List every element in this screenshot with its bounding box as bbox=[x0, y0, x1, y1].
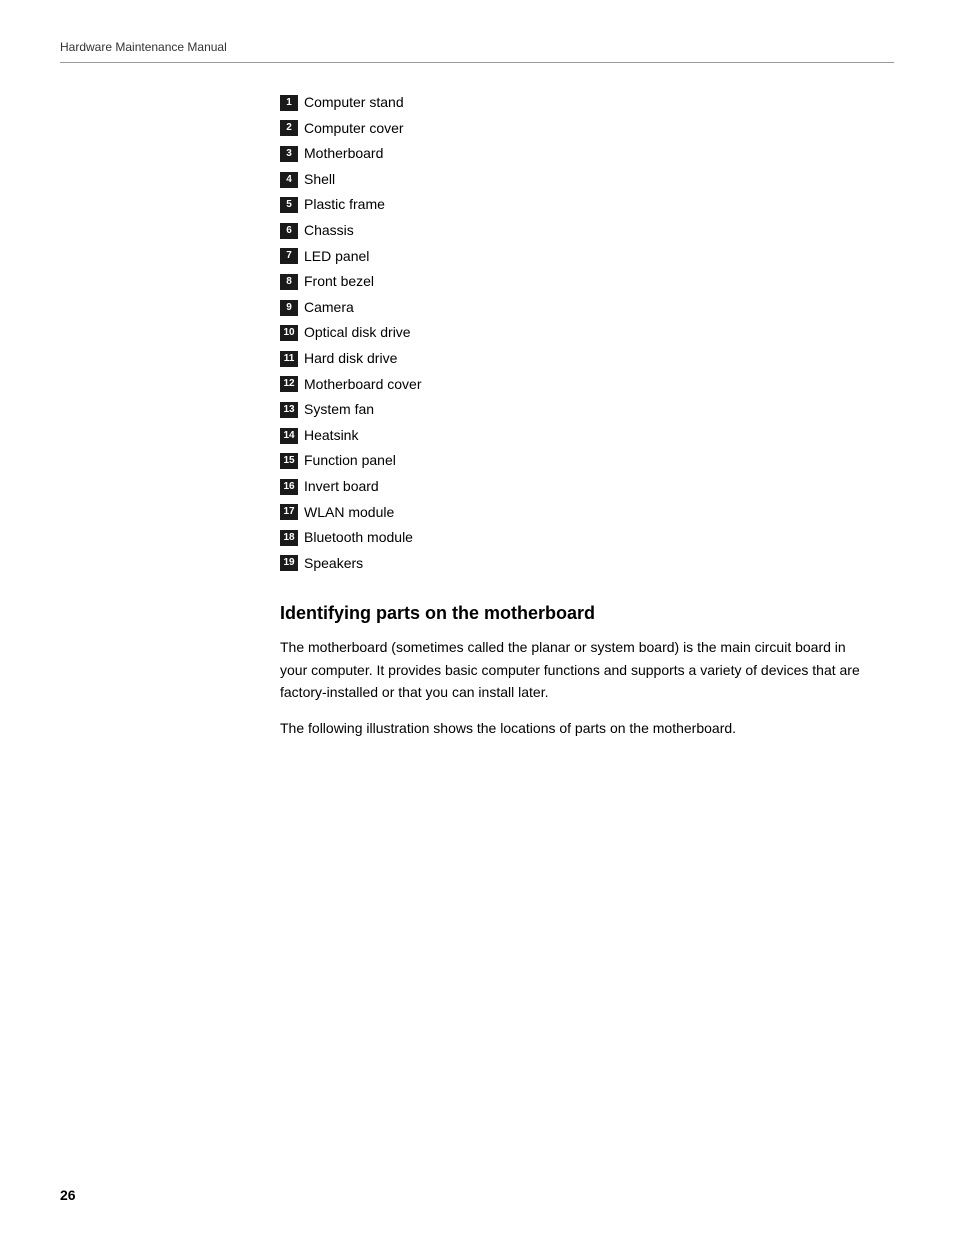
list-item-number: 7 bbox=[280, 248, 298, 264]
list-item-number: 9 bbox=[280, 300, 298, 316]
list-item-label: Motherboard cover bbox=[304, 375, 422, 395]
list-item-number: 15 bbox=[280, 453, 298, 469]
list-item: 3 Motherboard bbox=[280, 144, 894, 164]
list-item-number: 19 bbox=[280, 555, 298, 571]
list-item: 9 Camera bbox=[280, 298, 894, 318]
list-item-number: 5 bbox=[280, 197, 298, 213]
section-identifying-parts: Identifying parts on the motherboard The… bbox=[280, 603, 894, 740]
page: Hardware Maintenance Manual 1 Computer st… bbox=[0, 0, 954, 1243]
header-divider bbox=[60, 62, 894, 63]
list-item: 16 Invert board bbox=[280, 477, 894, 497]
list-item-label: Bluetooth module bbox=[304, 528, 413, 548]
list-item: 12 Motherboard cover bbox=[280, 375, 894, 395]
list-item: 18 Bluetooth module bbox=[280, 528, 894, 548]
list-item-label: Hard disk drive bbox=[304, 349, 397, 369]
list-item-label: Computer stand bbox=[304, 93, 404, 113]
list-item: 10 Optical disk drive bbox=[280, 323, 894, 343]
list-item: 17 WLAN module bbox=[280, 503, 894, 523]
list-item: 5 Plastic frame bbox=[280, 195, 894, 215]
list-item-label: Shell bbox=[304, 170, 335, 190]
list-item-label: Motherboard bbox=[304, 144, 383, 164]
parts-list: 1 Computer stand 2 Computer cover 3 Motherboa… bbox=[280, 93, 894, 573]
list-item-label: Computer cover bbox=[304, 119, 404, 139]
list-item-number: 2 bbox=[280, 120, 298, 136]
list-item: 8 Front bezel bbox=[280, 272, 894, 292]
list-item: 19 Speakers bbox=[280, 554, 894, 574]
header-title: Hardware Maintenance Manual bbox=[60, 40, 894, 54]
list-item-number: 14 bbox=[280, 428, 298, 444]
list-item: 7 LED panel bbox=[280, 247, 894, 267]
list-item-number: 11 bbox=[280, 351, 298, 367]
page-number: 26 bbox=[60, 1187, 76, 1203]
content-area: 1 Computer stand 2 Computer cover 3 Motherboa… bbox=[60, 93, 894, 740]
list-item-label: Speakers bbox=[304, 554, 363, 574]
list-item-label: WLAN module bbox=[304, 503, 394, 523]
list-item-number: 8 bbox=[280, 274, 298, 290]
list-item-label: Camera bbox=[304, 298, 354, 318]
list-item-label: Chassis bbox=[304, 221, 354, 241]
list-item-number: 18 bbox=[280, 530, 298, 546]
list-item-number: 3 bbox=[280, 146, 298, 162]
list-item-number: 1 bbox=[280, 95, 298, 111]
list-item-number: 12 bbox=[280, 376, 298, 392]
section-heading: Identifying parts on the motherboard bbox=[280, 603, 894, 624]
list-item: 15 Function panel bbox=[280, 451, 894, 471]
list-item-number: 17 bbox=[280, 504, 298, 520]
list-item-label: Function panel bbox=[304, 451, 396, 471]
list-item-number: 6 bbox=[280, 223, 298, 239]
list-item: 13 System fan bbox=[280, 400, 894, 420]
list-item-number: 10 bbox=[280, 325, 298, 341]
list-item-number: 4 bbox=[280, 172, 298, 188]
section-paragraph-1: The motherboard (sometimes called the pl… bbox=[280, 636, 860, 703]
list-item-label: Invert board bbox=[304, 477, 379, 497]
list-item-label: Plastic frame bbox=[304, 195, 385, 215]
list-item: 1 Computer stand bbox=[280, 93, 894, 113]
list-item: 6 Chassis bbox=[280, 221, 894, 241]
section-paragraph-2: The following illustration shows the loc… bbox=[280, 717, 860, 739]
list-item-label: Optical disk drive bbox=[304, 323, 411, 343]
list-item: 14 Heatsink bbox=[280, 426, 894, 446]
list-item-label: System fan bbox=[304, 400, 374, 420]
list-item-label: Front bezel bbox=[304, 272, 374, 292]
list-item-label: LED panel bbox=[304, 247, 369, 267]
list-item: 4 Shell bbox=[280, 170, 894, 190]
list-item-label: Heatsink bbox=[304, 426, 358, 446]
list-item: 11 Hard disk drive bbox=[280, 349, 894, 369]
list-item: 2 Computer cover bbox=[280, 119, 894, 139]
list-item-number: 16 bbox=[280, 479, 298, 495]
list-item-number: 13 bbox=[280, 402, 298, 418]
